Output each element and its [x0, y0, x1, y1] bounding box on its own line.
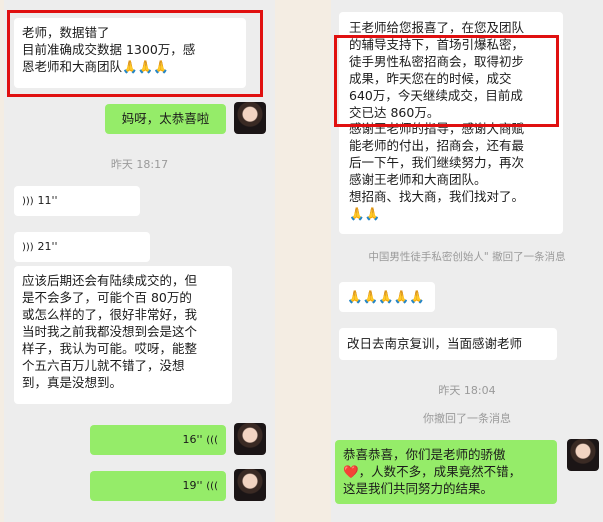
message-text: 改日去南京复训，当面感谢老师	[347, 336, 523, 351]
message-line: 🙏🙏	[349, 205, 381, 221]
voice-message[interactable]: 16'' (((	[90, 425, 226, 455]
message-line: 当时我之前我都没想到会是这个	[22, 324, 198, 339]
message-line: ❤️，人数不多，成果竟然不错，	[343, 464, 522, 479]
message-line: 到，真是没想到。	[22, 375, 123, 390]
message-bubble-congrats[interactable]: 妈呀，太恭喜啦	[105, 104, 226, 134]
message-bubble-announcement[interactable]: 王老师给您报喜了，在您及团队 的辅导支持下，首场引爆私密， 徒手男性私密招商会，…	[339, 12, 563, 234]
message-line: 恭喜恭喜，你们是老师的骄傲	[343, 447, 506, 462]
message-line: 徒手男性私密招商会，取得初步	[349, 53, 525, 69]
message-line: 样子，我认为可能。哎呀，能整	[22, 341, 198, 356]
voice-duration: 19''	[182, 479, 203, 492]
message-line: 交已达 860万。	[349, 104, 440, 120]
message-line: 目前准确成交数据 1300万，感	[22, 42, 196, 57]
message-line: 想招商、找大商，我们找对了。	[349, 189, 525, 205]
voice-wave-icon: )))	[22, 196, 34, 207]
message-bubble-thanks[interactable]: 改日去南京复训，当面感谢老师	[339, 328, 557, 360]
message-line: 后一下午，我们继续努力，再次	[349, 155, 525, 171]
voice-duration: 11''	[37, 194, 58, 207]
message-line: 或怎么样的了，很好非常好，我	[22, 307, 198, 322]
voice-wave-icon: (((	[206, 435, 218, 446]
message-text: 妈呀，太恭喜啦	[121, 111, 210, 126]
message-text: 🙏🙏🙏🙏🙏	[347, 289, 425, 304]
message-line: 王老师给您报喜了，在您及团队	[349, 20, 525, 35]
message-line: 个五六百万儿就不错了，没想	[22, 358, 185, 373]
message-line: 成果，昨天您在的时候，成交	[349, 70, 512, 86]
voice-message[interactable]: 19'' (((	[90, 471, 226, 501]
message-line: 老师，数据错了	[22, 25, 110, 40]
message-line: 能老师的付出，招商会，还有最	[349, 138, 525, 154]
timestamp: 昨天 18:17	[110, 158, 169, 171]
voice-duration: 21''	[37, 240, 58, 253]
avatar[interactable]	[234, 423, 266, 455]
voice-message[interactable]: ))) 11''	[14, 186, 140, 216]
voice-message[interactable]: ))) 21''	[14, 232, 150, 262]
avatar[interactable]	[567, 439, 599, 471]
message-bubble-emoji[interactable]: 🙏🙏🙏🙏🙏	[339, 282, 435, 312]
message-line: 恩老师和大商团队🙏🙏🙏	[22, 59, 169, 74]
voice-duration: 16''	[182, 433, 203, 446]
avatar[interactable]	[234, 469, 266, 501]
left-chat-panel: 老师，数据错了 目前准确成交数据 1300万，感 恩老师和大商团队🙏🙏🙏 妈呀，…	[4, 0, 275, 522]
right-chat-panel: 王老师给您报喜了，在您及团队 的辅导支持下，首场引爆私密， 徒手男性私密招商会，…	[331, 0, 603, 522]
voice-wave-icon: (((	[206, 481, 218, 492]
message-bubble-long[interactable]: 应该后期还会有陆续成交的，但 是不会多了，可能个百 80万的 或怎么样的了，很好…	[14, 266, 232, 404]
recall-notice: 中国男性徒手私密创始人" 撤回了一条消息	[368, 251, 566, 263]
voice-wave-icon: )))	[22, 242, 34, 253]
message-line: 感谢王老师的指导，感谢大商赋	[349, 121, 525, 137]
avatar[interactable]	[234, 102, 266, 134]
message-line: 应该后期还会有陆续成交的，但	[22, 273, 198, 288]
message-line: 的辅导支持下，首场引爆私密，	[349, 36, 525, 52]
message-bubble-data-correction[interactable]: 老师，数据错了 目前准确成交数据 1300万，感 恩老师和大商团队🙏🙏🙏	[14, 18, 246, 88]
message-line: 感谢王老师和大商团队。	[349, 172, 487, 188]
message-line: 是不会多了，可能个百 80万的	[22, 290, 192, 305]
message-bubble-congrats-reply[interactable]: 恭喜恭喜，你们是老师的骄傲 ❤️，人数不多，成果竟然不错， 这是我们共同努力的结…	[335, 440, 557, 504]
recall-notice: 你撤回了一条消息	[423, 412, 511, 425]
timestamp: 昨天 18:04	[438, 384, 496, 397]
message-line: 这是我们共同努力的结果。	[343, 481, 494, 496]
message-line: 640万，今天继续成交，目前成	[349, 87, 523, 103]
